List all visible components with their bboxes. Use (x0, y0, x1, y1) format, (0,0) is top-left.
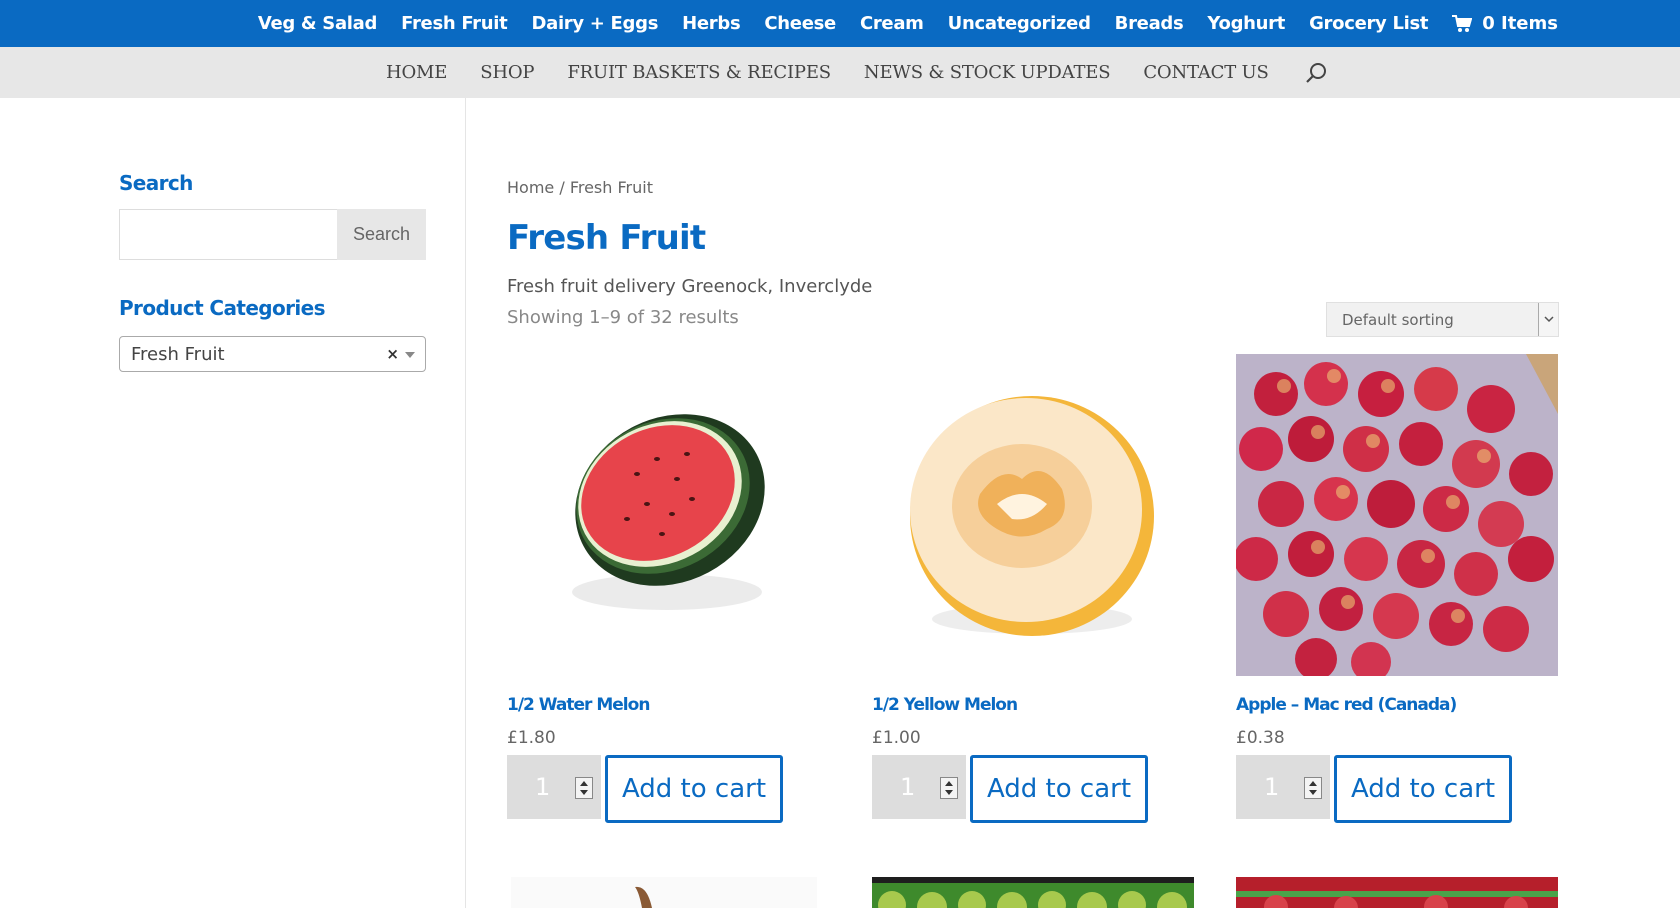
quantity-stepper[interactable]: 1 (1236, 755, 1330, 819)
cart-link[interactable]: 0 Items (1452, 13, 1558, 34)
nav-home[interactable]: HOME (386, 62, 447, 83)
quantity-stepper[interactable]: 1 (872, 755, 966, 819)
top-cat-herbs[interactable]: Herbs (682, 13, 741, 34)
top-cat-fresh-fruit[interactable]: Fresh Fruit (401, 13, 508, 34)
nav-contact-us[interactable]: CONTACT US (1143, 62, 1269, 83)
product-price: £1.80 (507, 728, 556, 748)
result-count: Showing 1–9 of 32 results (507, 307, 739, 328)
page-title: Fresh Fruit (507, 218, 706, 258)
product-name[interactable]: 1/2 Yellow Melon (872, 695, 1018, 715)
cart-count: 0 Items (1482, 13, 1558, 34)
product-image-yellow-melon[interactable] (872, 354, 1194, 676)
breadcrumb-current: Fresh Fruit (569, 178, 653, 197)
search-icon[interactable] (1305, 62, 1328, 84)
breadcrumb: Home / Fresh Fruit (507, 178, 653, 197)
product-card: Apple – Mac red (Canada) £0.38 1 Add to … (1236, 354, 1558, 823)
product-image-next-1[interactable] (507, 877, 829, 908)
product-image-next-2[interactable] (872, 877, 1194, 908)
sorting-selected: Default sorting (1342, 310, 1454, 329)
top-cat-grocery-list[interactable]: Grocery List (1309, 13, 1428, 34)
add-to-cart-button[interactable]: Add to cart (605, 755, 783, 823)
quantity-value: 1 (1264, 773, 1280, 801)
top-category-bar: Veg & Salad Fresh Fruit Dairy + Eggs Her… (0, 0, 1680, 47)
product-name[interactable]: 1/2 Water Melon (507, 695, 650, 715)
product-card: 1/2 Yellow Melon £1.00 1 Add to cart (872, 354, 1194, 823)
product-image-water-melon[interactable] (507, 354, 829, 676)
chevron-down-icon (1538, 303, 1558, 336)
product-image-apple-mac-red[interactable] (1236, 354, 1558, 676)
nav-news-stock-updates[interactable]: NEWS & STOCK UPDATES (864, 62, 1111, 83)
top-cat-yoghurt[interactable]: Yoghurt (1207, 13, 1285, 34)
product-name[interactable]: Apple – Mac red (Canada) (1236, 695, 1457, 715)
main-nav: HOME SHOP FRUIT BASKETS & RECIPES NEWS &… (0, 47, 1680, 98)
top-cat-cream[interactable]: Cream (860, 13, 924, 34)
top-cat-cheese[interactable]: Cheese (764, 13, 836, 34)
product-card: 1/2 Water Melon £1.80 1 Add to cart (507, 354, 829, 823)
top-category-list: Veg & Salad Fresh Fruit Dairy + Eggs Her… (234, 0, 1558, 47)
breadcrumb-separator: / (554, 178, 570, 197)
sidebar-divider (465, 98, 466, 908)
spinner-arrows-icon[interactable] (575, 777, 593, 799)
product-price: £1.00 (872, 728, 921, 748)
add-to-cart-button[interactable]: Add to cart (970, 755, 1148, 823)
top-cat-veg-salad[interactable]: Veg & Salad (258, 13, 378, 34)
product-categories-title: Product Categories (119, 296, 326, 320)
top-cat-uncategorized[interactable]: Uncategorized (948, 13, 1091, 34)
product-category-select[interactable]: Fresh Fruit × (119, 336, 426, 372)
spinner-arrows-icon[interactable] (1304, 777, 1322, 799)
sidebar-search-button[interactable]: Search (337, 209, 426, 260)
top-cat-dairy-eggs[interactable]: Dairy + Eggs (531, 13, 658, 34)
clear-selection-icon[interactable]: × (386, 345, 399, 363)
quantity-value: 1 (535, 773, 551, 801)
quantity-value: 1 (900, 773, 916, 801)
product-image-next-3[interactable] (1236, 877, 1558, 908)
dropdown-arrow-icon (405, 352, 415, 358)
category-description: Fresh fruit delivery Greenock, Inverclyd… (507, 276, 873, 297)
breadcrumb-home[interactable]: Home (507, 178, 554, 197)
product-category-selected: Fresh Fruit (131, 343, 225, 365)
product-price: £0.38 (1236, 728, 1285, 748)
nav-fruit-baskets-recipes[interactable]: FRUIT BASKETS & RECIPES (567, 62, 831, 83)
sidebar-search-input[interactable] (119, 209, 337, 260)
cart-icon (1452, 14, 1473, 32)
quantity-stepper[interactable]: 1 (507, 755, 601, 819)
top-cat-breads[interactable]: Breads (1115, 13, 1184, 34)
sidebar-search-title: Search (119, 171, 193, 195)
sorting-select[interactable]: Default sorting (1326, 302, 1559, 337)
nav-shop[interactable]: SHOP (480, 62, 534, 83)
add-to-cart-button[interactable]: Add to cart (1334, 755, 1512, 823)
spinner-arrows-icon[interactable] (940, 777, 958, 799)
